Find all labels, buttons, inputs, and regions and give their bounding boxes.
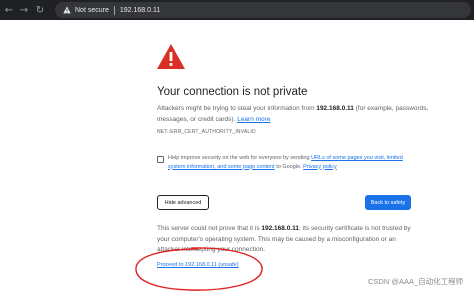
intro-text: Attackers might be trying to steal your … xyxy=(157,105,317,112)
intro-paragraph: Attackers might be trying to steal your … xyxy=(157,104,447,125)
address-bar[interactable]: Not secure 192.168.0.11 xyxy=(55,2,471,18)
advanced-host: 192.168.0.11 xyxy=(261,225,300,232)
red-warning-triangle-icon xyxy=(157,44,185,69)
browser-toolbar: ← → ↻ Not secure 192.168.0.11 xyxy=(0,0,474,20)
security-status-label[interactable]: Not secure xyxy=(75,7,109,14)
back-to-safety-button[interactable]: Back to safety xyxy=(365,195,411,210)
reload-button[interactable]: ↻ xyxy=(34,0,46,20)
hide-advanced-button[interactable]: Hide advanced xyxy=(157,195,209,210)
checkbox-label: Help improve security on the web for eve… xyxy=(168,154,413,171)
learn-more-link[interactable]: Learn more xyxy=(237,116,270,123)
divider xyxy=(113,5,115,15)
checkbox-text-prefix: Help improve security on the web for eve… xyxy=(168,155,312,161)
back-button[interactable]: ← xyxy=(3,0,15,20)
forward-button[interactable]: → xyxy=(18,0,30,20)
reload-icon: ↻ xyxy=(35,4,45,16)
warning-triangle-icon[interactable] xyxy=(63,6,71,14)
arrow-left-icon: ← xyxy=(4,4,14,16)
intro-host: 192.168.0.11 xyxy=(316,105,354,112)
hand-drawn-annotation-circle xyxy=(135,247,263,291)
advanced-text: This server could not prove that it is xyxy=(157,225,262,232)
checkbox-text-mid: to Google. xyxy=(274,163,304,170)
report-checkbox[interactable] xyxy=(157,156,164,163)
privacy-policy-link[interactable]: Privacy policy xyxy=(303,164,337,170)
watermark: CSDN @AAA_自动化工程师 xyxy=(368,277,464,286)
page-title: Your connection is not private xyxy=(157,86,308,98)
error-code: NET::ERR_CERT_AUTHORITY_INVALID xyxy=(157,129,256,135)
url-text[interactable]: 192.168.0.11 xyxy=(120,7,160,14)
arrow-right-icon: → xyxy=(19,4,29,16)
safe-browsing-opt-in: Help improve security on the web for eve… xyxy=(157,154,447,171)
